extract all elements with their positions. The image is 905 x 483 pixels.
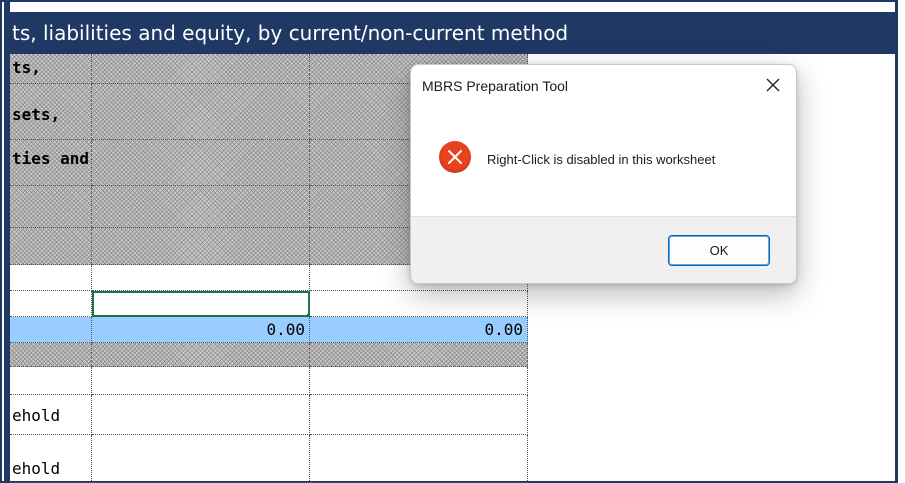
grid-cell[interactable] xyxy=(92,84,310,140)
close-icon[interactable] xyxy=(758,71,788,101)
grid-cell[interactable] xyxy=(10,343,92,367)
grid-cell[interactable] xyxy=(92,54,310,84)
sheet-title-bar: ts, liabilities and equity, by current/n… xyxy=(10,12,895,54)
grid-cell[interactable]: ties and xyxy=(10,140,92,186)
dialog-title: MBRS Preparation Tool xyxy=(422,78,569,94)
row-label: ehold xyxy=(12,459,61,478)
table-row: ehold xyxy=(10,435,528,483)
grid-cell[interactable] xyxy=(10,367,92,395)
table-row xyxy=(10,367,528,395)
table-row xyxy=(10,343,528,367)
table-row: 0.00 0.00 xyxy=(10,317,528,343)
grid-cell[interactable] xyxy=(92,367,310,395)
grid-cell[interactable] xyxy=(310,367,528,395)
row-label: ties and xyxy=(12,149,90,168)
dialog-body: Right-Click is disabled in this workshee… xyxy=(411,105,796,216)
grid-cell[interactable] xyxy=(92,186,310,228)
ok-button[interactable]: OK xyxy=(668,235,770,266)
grid-cell[interactable]: 0.00 xyxy=(92,317,310,343)
cell-value: 0.00 xyxy=(484,320,523,339)
grid-cell[interactable] xyxy=(92,140,310,186)
row-label: ehold xyxy=(12,406,61,425)
grid-cell[interactable] xyxy=(92,435,310,483)
dialog-message: Right-Click is disabled in this workshee… xyxy=(487,152,716,167)
grid-cell[interactable] xyxy=(92,265,310,291)
grid-cell[interactable] xyxy=(10,265,92,291)
sheet-title: ts, liabilities and equity, by current/n… xyxy=(12,21,569,45)
message-dialog: MBRS Preparation Tool Right-Click is dis… xyxy=(410,64,797,284)
grid-cell[interactable] xyxy=(310,435,528,483)
grid-cell[interactable]: sets, xyxy=(10,84,92,140)
row-label: sets, xyxy=(12,105,61,124)
grid-cell[interactable] xyxy=(310,395,528,435)
error-icon xyxy=(439,141,471,173)
dialog-footer: OK xyxy=(411,216,796,283)
grid-cell[interactable] xyxy=(92,395,310,435)
row-label: ts, xyxy=(12,58,41,77)
grid-cell[interactable] xyxy=(10,317,92,343)
grid-cell[interactable] xyxy=(92,343,310,367)
grid-cell[interactable] xyxy=(310,343,528,367)
grid-cell[interactable]: ehold xyxy=(10,395,92,435)
grid-cell[interactable]: 0.00 xyxy=(310,317,528,343)
grid-cell[interactable] xyxy=(310,291,528,317)
grid-cell[interactable]: ts, xyxy=(10,54,92,84)
grid-cell[interactable] xyxy=(10,228,92,265)
table-row: ehold xyxy=(10,395,528,435)
table-row xyxy=(10,291,528,317)
grid-cell[interactable] xyxy=(10,291,92,317)
selected-cell[interactable] xyxy=(92,291,310,317)
cell-value: 0.00 xyxy=(266,320,305,339)
grid-cell[interactable]: ehold xyxy=(10,435,92,483)
grid-cell[interactable] xyxy=(10,186,92,228)
grid-cell[interactable] xyxy=(92,228,310,265)
